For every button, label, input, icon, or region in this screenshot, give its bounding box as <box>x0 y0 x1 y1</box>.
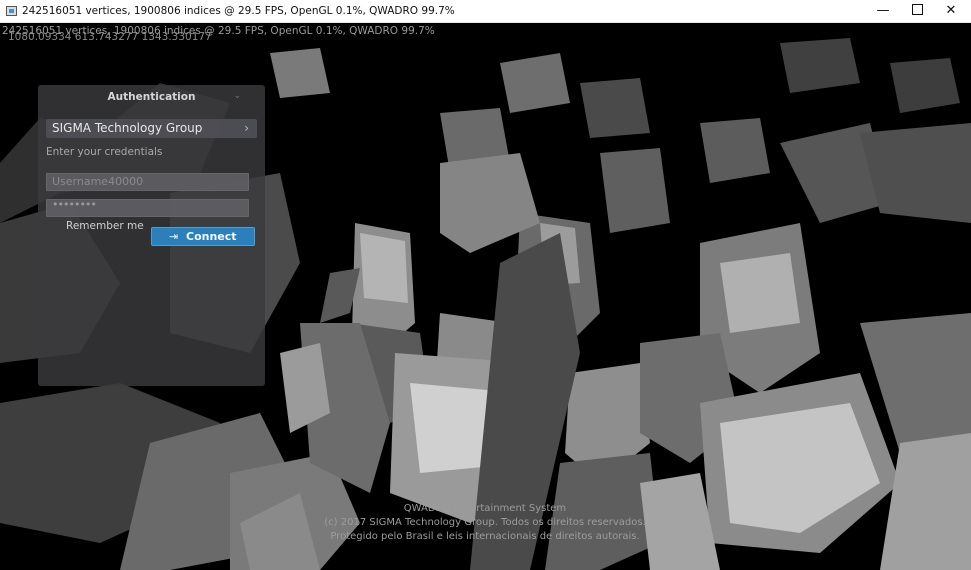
close-button[interactable]: ✕ <box>934 0 968 22</box>
organization-label: SIGMA Technology Group <box>52 121 203 135</box>
remember-me-checkbox[interactable]: Remember me <box>66 220 144 232</box>
password-field[interactable]: •••••••• <box>46 198 249 217</box>
copyright-footer: QWADRO Entertainment System (c) 2017 SIG… <box>300 502 670 544</box>
credentials-instruction: Enter your credentials <box>46 146 163 158</box>
panel-title: Authentication <box>107 91 196 103</box>
minimize-button[interactable]: — <box>866 0 900 22</box>
footer-copyright: (c) 2017 SIGMA Technology Group. Todos o… <box>324 517 646 528</box>
footer-system-name: QWADRO Entertainment System <box>403 503 567 514</box>
maximize-icon <box>911 4 923 15</box>
password-value: •••••••• <box>52 198 97 211</box>
authentication-panel: Authentication ⌄ SIGMA Technology Group … <box>38 85 265 386</box>
login-icon: ⇥ <box>169 230 179 243</box>
organization-select[interactable]: SIGMA Technology Group › <box>46 119 257 138</box>
maximize-button[interactable] <box>900 0 934 22</box>
footer-legal: Protegido pelo Brasil e leis internacion… <box>330 531 640 542</box>
username-value: Username40000 <box>52 175 144 188</box>
window-titlebar: 242516051 vertices, 1900806 indices @ 29… <box>0 0 971 23</box>
collapse-icon[interactable]: ⌄ <box>233 91 241 101</box>
username-field[interactable]: Username40000 <box>46 173 249 191</box>
connect-label: Connect <box>186 230 237 243</box>
connect-button[interactable]: ⇥ Connect <box>151 227 255 246</box>
camera-coordinates: 1080.09334 613.743277 1343.330177 <box>8 31 212 43</box>
app-window-icon <box>6 6 17 16</box>
window-title: 242516051 vertices, 1900806 indices @ 29… <box>22 5 455 17</box>
chevron-right-icon: › <box>244 121 249 135</box>
city-3d-viewport[interactable]: 242516051 vertices, 1900806 indices @ 29… <box>0 23 971 570</box>
